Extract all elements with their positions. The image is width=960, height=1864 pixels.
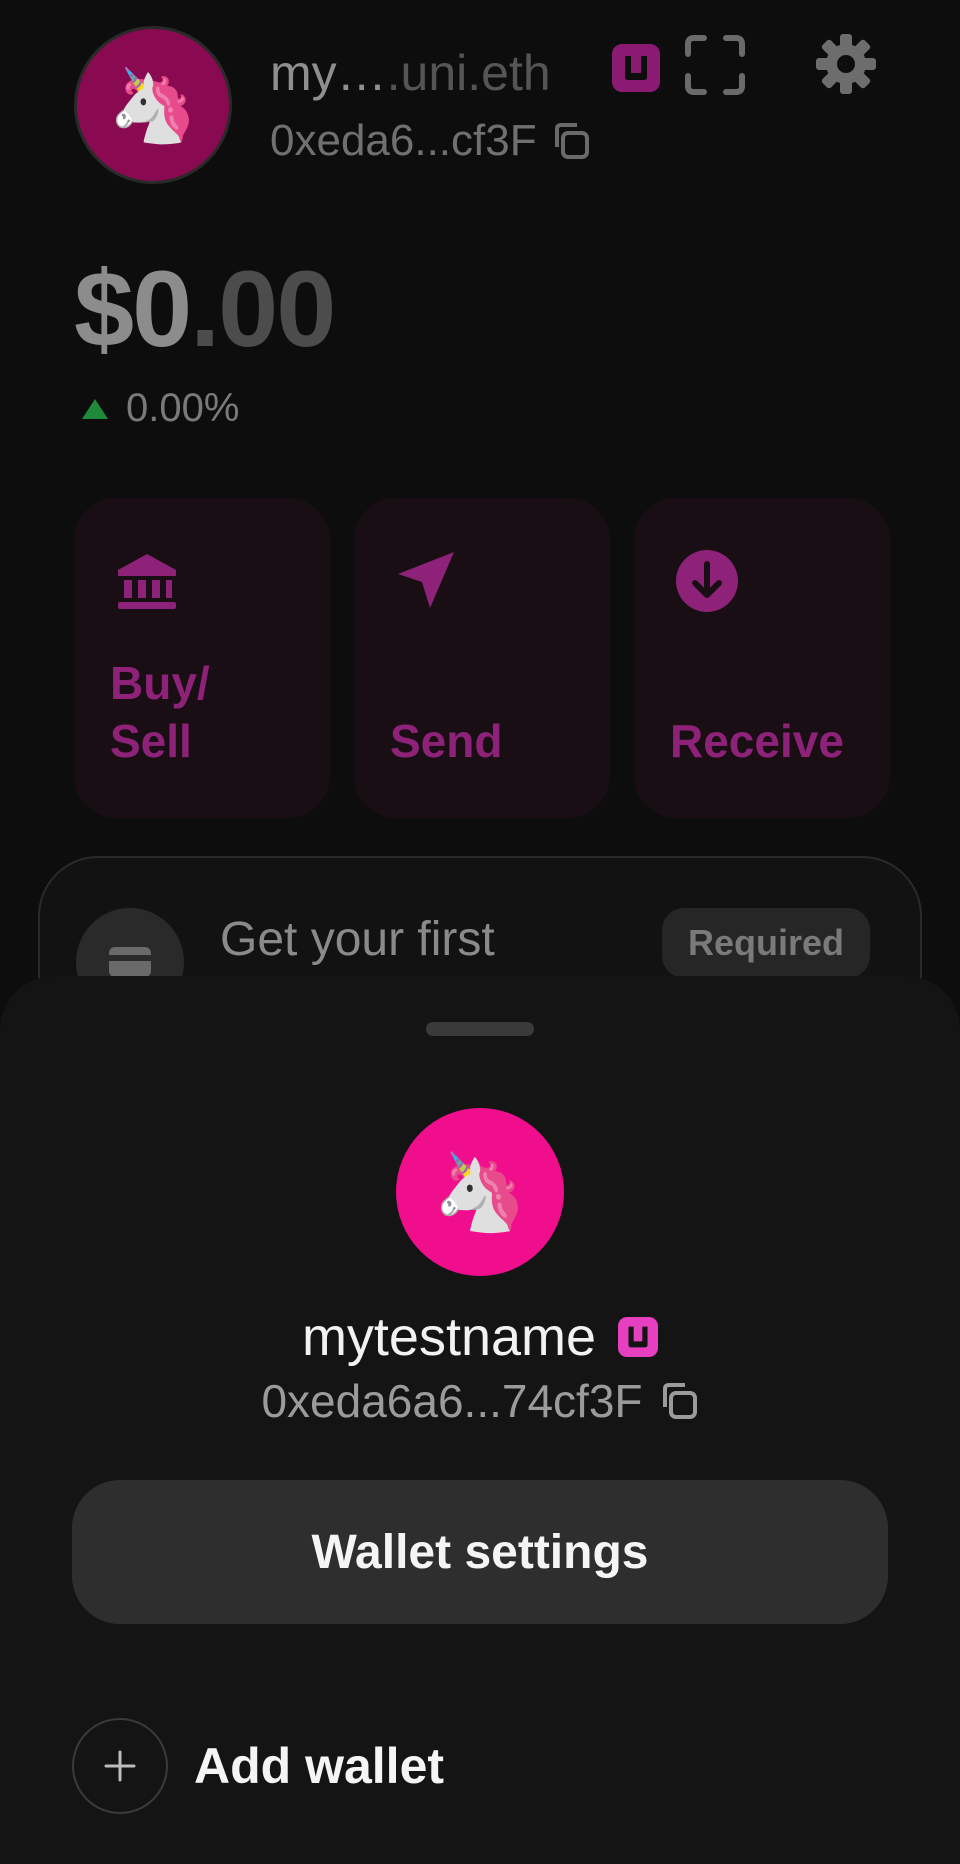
sheet-account-name-row: mytestname <box>0 1306 960 1368</box>
unicorn-emoji: 🦄 <box>432 1147 528 1236</box>
scan-icon[interactable] <box>684 34 746 96</box>
account-name-start: my… <box>270 45 387 101</box>
send-label: Send <box>390 715 503 767</box>
receive-icon <box>676 550 738 612</box>
uniswap-username-badge-icon <box>618 1317 659 1357</box>
uniswap-username-badge-icon <box>612 44 660 92</box>
sheet-avatar: 🦄 <box>396 1108 564 1276</box>
gear-icon[interactable] <box>812 30 880 98</box>
copy-icon[interactable] <box>659 1381 699 1421</box>
required-badge: Required <box>661 908 870 978</box>
account-bottom-sheet: 🦄 mytestname 0xeda6a6...74cf3F Wallet se… <box>0 976 960 1864</box>
up-arrow-icon <box>82 398 108 419</box>
send-icon <box>398 552 454 608</box>
wallet-address: 0xeda6...cf3F <box>270 116 537 165</box>
balance-change: 0.00% <box>82 386 239 431</box>
account-name-end: .uni.eth <box>386 45 551 101</box>
plus-icon <box>72 1718 168 1814</box>
balance-cents: .00 <box>190 248 336 369</box>
sheet-drag-handle[interactable] <box>426 1022 534 1036</box>
buy-sell-label: Buy/ Sell <box>110 657 210 767</box>
screen: 🦄 my… .uni.eth 0xeda6...cf3F $0.00 0.00%… <box>0 0 960 1864</box>
sheet-account-name: mytestname <box>301 1307 597 1367</box>
change-percent: 0.00% <box>126 386 240 430</box>
account-name[interactable]: my… .uni.eth <box>270 44 551 102</box>
balance-whole: $0 <box>74 248 192 369</box>
send-button[interactable]: Send <box>354 498 610 818</box>
sheet-address-row[interactable]: 0xeda6a6...74cf3F <box>0 1374 960 1428</box>
receive-label: Receive <box>670 715 844 767</box>
wallet-settings-button[interactable]: Wallet settings <box>72 1480 888 1624</box>
copy-icon[interactable] <box>551 121 591 161</box>
add-wallet-button[interactable]: Add wallet <box>72 1718 444 1814</box>
card-title: Get your first <box>220 913 495 966</box>
receive-button[interactable]: Receive <box>634 498 890 818</box>
portfolio-balance: $0.00 <box>74 246 336 371</box>
add-wallet-label: Add wallet <box>194 1738 445 1794</box>
unicorn-emoji: 🦄 <box>108 63 198 147</box>
bank-icon <box>118 554 176 609</box>
account-avatar[interactable]: 🦄 <box>74 26 232 184</box>
buy-sell-button[interactable]: Buy/ Sell <box>74 498 330 818</box>
sheet-wallet-address: 0xeda6a6...74cf3F <box>261 1375 643 1427</box>
address-row[interactable]: 0xeda6...cf3F <box>270 116 591 166</box>
